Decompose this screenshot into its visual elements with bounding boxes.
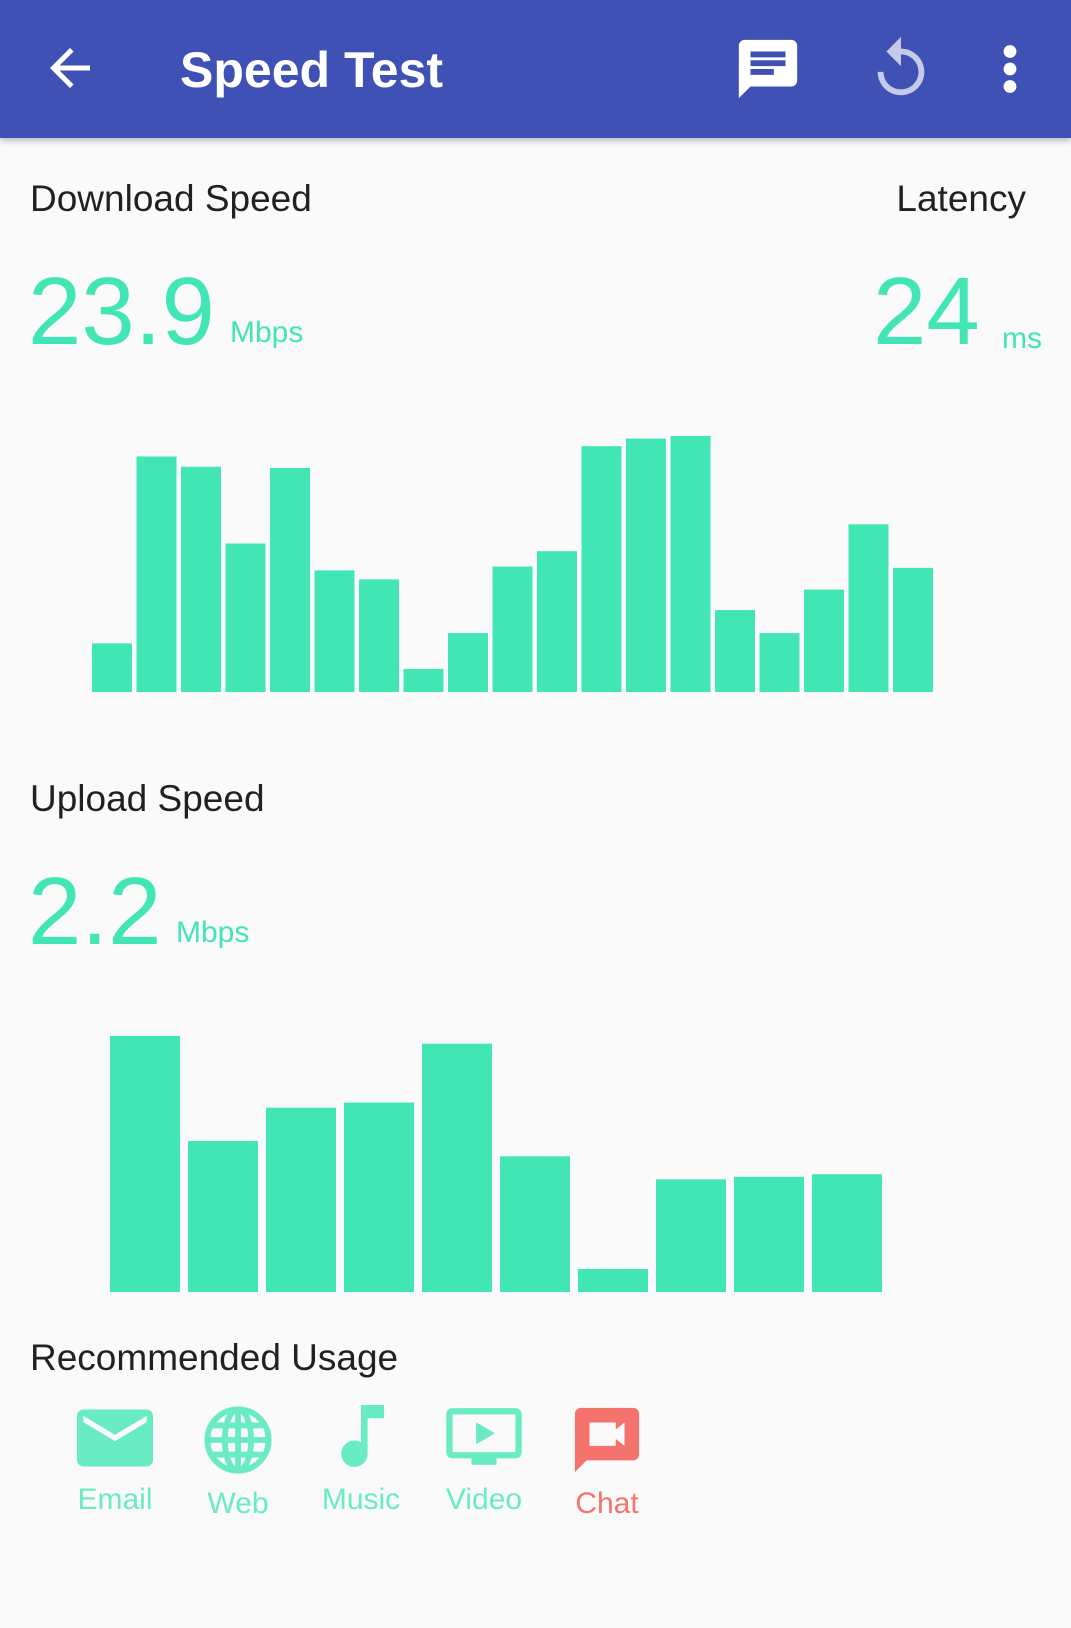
usage-list: Email Web Music Video Chat	[60, 1405, 660, 1545]
download-unit: Mbps	[230, 316, 304, 349]
chat-icon[interactable]	[733, 34, 803, 104]
chart-bar	[422, 1043, 492, 1292]
app-bar: Speed Test	[0, 0, 1071, 138]
chart-bar	[492, 566, 533, 692]
usage-item-chat[interactable]: Chat	[552, 1405, 662, 1521]
chart-bar	[225, 543, 266, 692]
chart-bar	[715, 610, 755, 692]
video-chat-icon	[574, 1407, 640, 1473]
upload-unit: Mbps	[176, 916, 250, 949]
usage-item-label: Chat	[575, 1487, 639, 1520]
chart-bar	[188, 1140, 258, 1292]
page-title: Speed Test	[180, 42, 444, 98]
usage-item-video[interactable]: Video	[429, 1405, 539, 1517]
chart-bar	[136, 456, 177, 692]
chart-bar	[656, 1179, 726, 1292]
chart-bar	[581, 446, 622, 692]
refresh-icon[interactable]	[866, 34, 936, 104]
chart-bar	[804, 589, 844, 692]
latency-unit: ms	[1002, 322, 1042, 355]
usage-item-label: Web	[207, 1487, 269, 1520]
chart-bar	[270, 468, 310, 692]
usage-item-music[interactable]: Music	[306, 1405, 416, 1517]
chart-bar	[812, 1174, 882, 1292]
usage-item-label: Email	[77, 1483, 153, 1516]
upload-bar-chart	[110, 1036, 882, 1292]
chart-bar	[181, 466, 221, 692]
chart-bar	[670, 436, 711, 692]
usage-item-email[interactable]: Email	[60, 1405, 170, 1517]
chart-bar	[734, 1176, 804, 1292]
video-icon	[446, 1408, 522, 1465]
arrow-back-icon[interactable]	[40, 38, 100, 98]
chart-bar	[403, 668, 444, 692]
usage-label: Recommended Usage	[30, 1337, 399, 1378]
latency-label: Latency	[896, 178, 1026, 219]
chart-bar	[359, 579, 399, 692]
chart-bar	[344, 1102, 414, 1292]
music-note-icon	[341, 1405, 385, 1467]
chart-bar	[110, 1036, 180, 1292]
globe-icon	[204, 1406, 272, 1474]
usage-item-label: Video	[445, 1483, 523, 1516]
email-icon	[77, 1409, 153, 1467]
upload-value: 2.2	[28, 858, 162, 965]
more-vert-icon[interactable]	[985, 34, 1035, 104]
upload-label: Upload Speed	[30, 778, 265, 819]
download-bar-chart	[92, 436, 933, 692]
chart-bar	[578, 1268, 648, 1292]
chart-bar	[92, 643, 132, 692]
usage-item-label: Music	[321, 1483, 401, 1516]
chart-bar	[893, 567, 933, 692]
usage-item-web[interactable]: Web	[183, 1405, 293, 1521]
latency-value: 24	[873, 258, 980, 365]
chart-bar	[537, 551, 577, 692]
download-label: Download Speed	[30, 178, 312, 219]
chart-bar	[848, 524, 889, 692]
chart-bar	[626, 438, 666, 692]
download-value: 23.9	[28, 258, 215, 365]
chart-bar	[448, 633, 488, 692]
chart-bar	[266, 1107, 336, 1292]
chart-bar	[314, 570, 355, 692]
chart-bar	[500, 1156, 570, 1292]
chart-bar	[759, 633, 800, 692]
